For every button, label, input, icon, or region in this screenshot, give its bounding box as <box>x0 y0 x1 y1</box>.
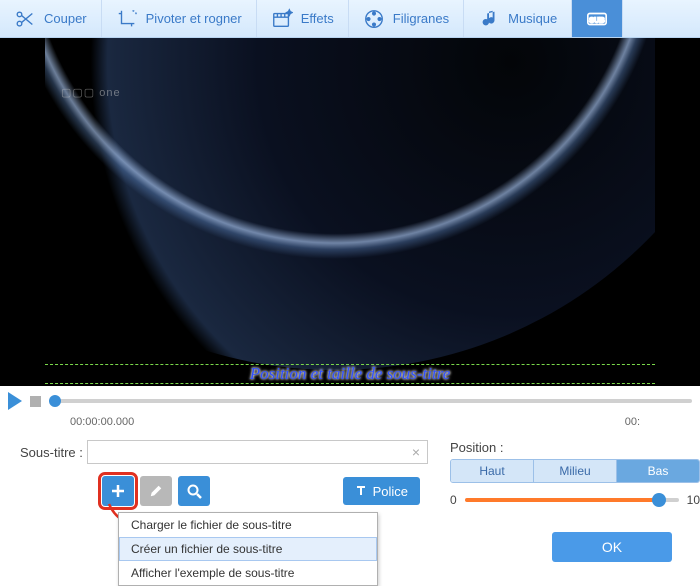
font-button-label: Police <box>373 484 408 499</box>
add-subtitle-button[interactable] <box>102 476 134 506</box>
tool-effects[interactable]: Effets <box>257 0 349 37</box>
position-top[interactable]: Haut <box>451 460 534 482</box>
main-toolbar: Couper Pivoter et rogner Effets Filigran… <box>0 0 700 38</box>
playback-controls <box>0 386 700 416</box>
tool-label: Musique <box>508 11 557 26</box>
position-slider[interactable] <box>465 498 679 502</box>
stop-button[interactable] <box>30 396 41 407</box>
text-icon <box>355 485 367 497</box>
film-reel-icon <box>363 8 385 30</box>
add-subtitle-dropdown: Charger le fichier de sous-titre Créer u… <box>118 512 378 586</box>
svg-text:SUB: SUB <box>590 15 605 24</box>
slider-min-label: 0 <box>450 493 457 507</box>
tool-music[interactable]: Musique <box>464 0 572 37</box>
tool-label: Pivoter et rogner <box>146 11 242 26</box>
plus-icon <box>110 483 126 499</box>
tool-subtitles[interactable]: SUB <box>572 0 623 37</box>
pencil-icon <box>149 484 163 498</box>
tool-label: Couper <box>44 11 87 26</box>
film-sparkle-icon <box>271 8 293 30</box>
position-middle[interactable]: Milieu <box>534 460 617 482</box>
crop-rotate-icon <box>116 8 138 30</box>
subtitle-field-label: Sous-titre : <box>20 445 83 460</box>
seek-thumb[interactable] <box>49 395 61 407</box>
tool-label: Filigranes <box>393 11 449 26</box>
seek-slider[interactable] <box>49 399 692 403</box>
play-button[interactable] <box>8 392 22 410</box>
slider-max-label: 10 <box>687 493 700 507</box>
position-bottom[interactable]: Bas <box>617 460 699 482</box>
tool-cut[interactable]: Couper <box>0 0 102 37</box>
position-label: Position : <box>450 440 700 455</box>
dropdown-show-example[interactable]: Afficher l'exemple de sous-titre <box>119 561 377 585</box>
scissors-icon <box>14 8 36 30</box>
font-button[interactable]: Police <box>343 477 420 505</box>
subtitle-overlay-text: Position et taille de sous-titre <box>45 364 655 384</box>
dropdown-create-file[interactable]: Créer un fichier de sous-titre <box>119 537 377 561</box>
timecode-row: 00:00:00.000 00: <box>0 416 700 432</box>
subtitle-input[interactable] <box>87 440 428 464</box>
tool-rotate-crop[interactable]: Pivoter et rogner <box>102 0 257 37</box>
search-subtitle-button[interactable] <box>178 476 210 506</box>
search-icon <box>186 483 202 499</box>
tool-label: Effets <box>301 11 334 26</box>
position-segmented-control: Haut Milieu Bas <box>450 459 700 483</box>
timecode-start: 00:00:00.000 <box>70 416 134 432</box>
clear-input-icon[interactable]: × <box>412 444 420 460</box>
video-frame[interactable]: ▢▢▢ one Position et taille de sous-titre <box>45 38 655 386</box>
tool-watermarks[interactable]: Filigranes <box>349 0 464 37</box>
dropdown-load-file[interactable]: Charger le fichier de sous-titre <box>119 513 377 537</box>
timecode-end: 00: <box>625 416 640 432</box>
bottom-panel: Sous-titre : × Police Charger le fi <box>0 432 700 507</box>
channel-watermark: ▢▢▢ one <box>61 86 121 99</box>
subtitle-icon: SUB <box>586 8 608 30</box>
video-preview: ▢▢▢ one Position et taille de sous-titre <box>0 38 700 386</box>
edit-subtitle-button[interactable] <box>140 476 172 506</box>
ok-button[interactable]: OK <box>552 532 672 562</box>
position-slider-thumb[interactable] <box>652 493 666 507</box>
music-note-icon <box>478 8 500 30</box>
